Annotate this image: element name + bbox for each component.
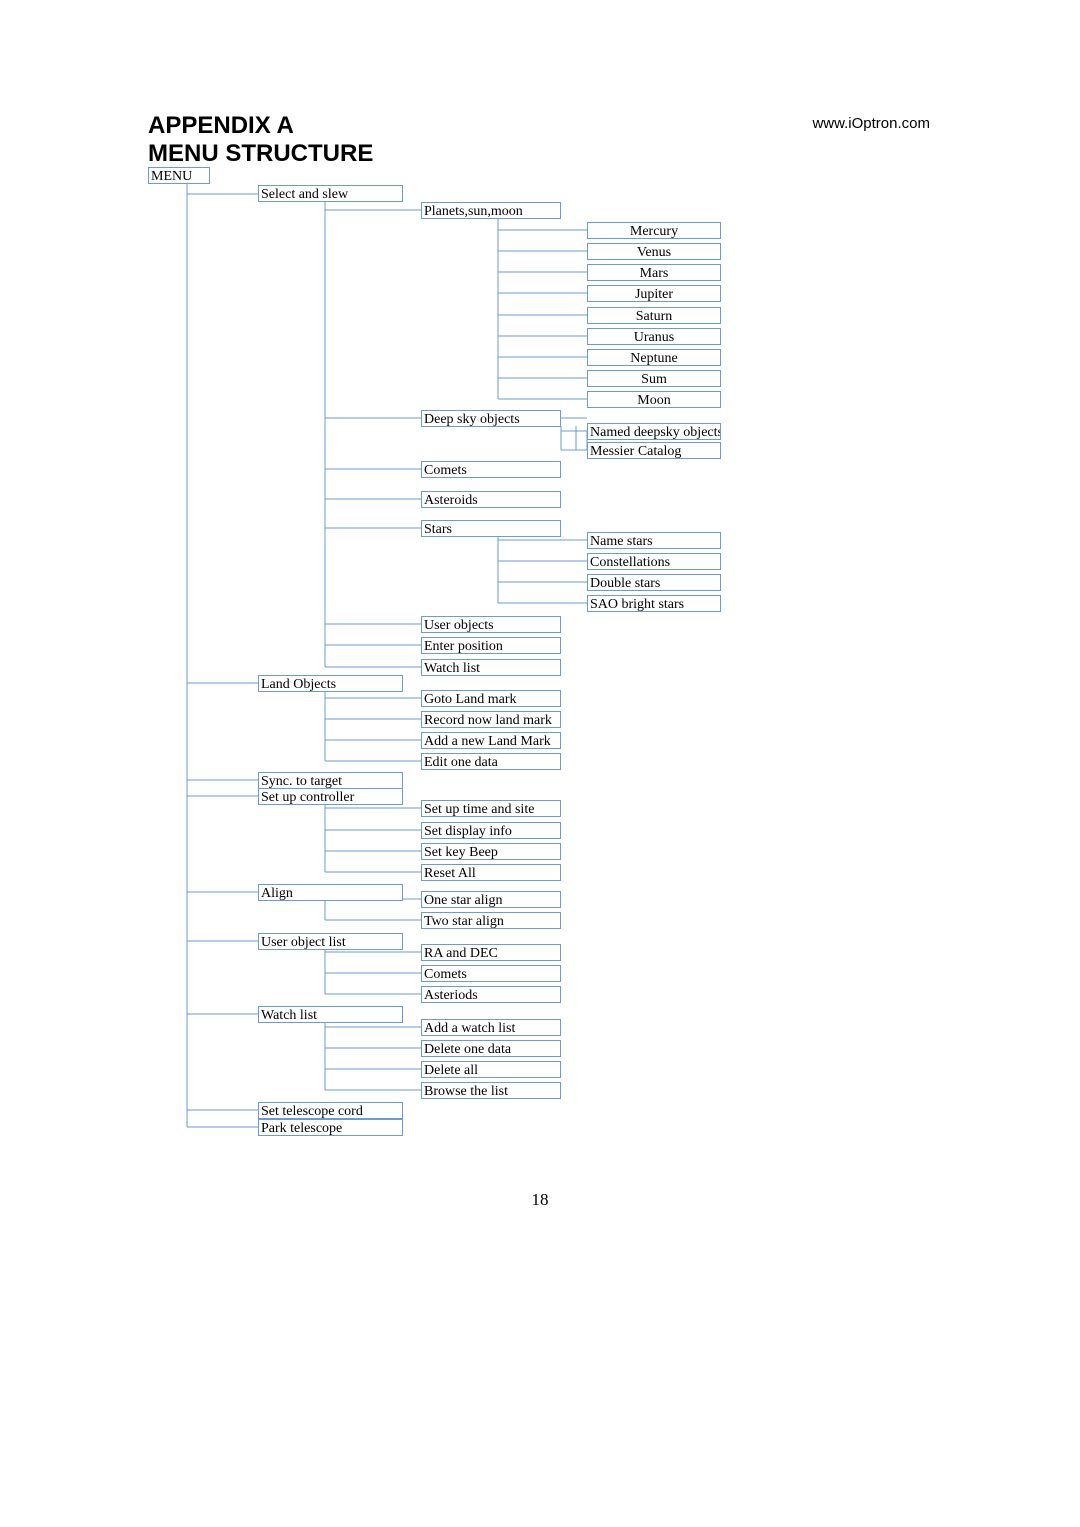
menu-moon: Moon [587,391,721,408]
menu-jupiter: Jupiter [587,285,721,302]
menu-messier-catalog: Messier Catalog [587,442,721,459]
document-page: APPENDIX A MENU STRUCTURE www.iOptron.co… [0,0,1080,1527]
header-url: www.iOptron.com [812,115,930,132]
menu-comets: Comets [421,461,561,478]
menu-delete-all: Delete all [421,1061,561,1078]
menu-venus: Venus [587,243,721,260]
menu-reset-all: Reset All [421,864,561,881]
menu-one-star-align: One star align [421,891,561,908]
menu-browse-the-list: Browse the list [421,1082,561,1099]
menu-watch-list: Watch list [258,1006,403,1023]
menu-set-up-controller: Set up controller [258,788,403,805]
menu-setup-time-site: Set up time and site [421,800,561,817]
menu-sync-to-target: Sync. to target [258,772,403,789]
menu-named-deepsky: Named deepsky objects [587,423,721,440]
menu-add-watch-list: Add a watch list [421,1019,561,1036]
menu-neptune: Neptune [587,349,721,366]
menu-constellations: Constellations [587,553,721,570]
menu-stars: Stars [421,520,561,537]
menu-enter-position: Enter position [421,637,561,654]
menu-comets-user: Comets [421,965,561,982]
menu-root: MENU [148,167,210,184]
menu-asteriods-user: Asteriods [421,986,561,1003]
menu-park-telescope: Park telescope [258,1119,403,1136]
menu-double-stars: Double stars [587,574,721,591]
menu-two-star-align: Two star align [421,912,561,929]
page-number: 18 [0,1190,1080,1210]
menu-set-telescope-cord: Set telescope cord [258,1102,403,1119]
menu-watch-list-sub: Watch list [421,659,561,676]
menu-set-key-beep: Set key Beep [421,843,561,860]
menu-planets-sun-moon: Planets,sun,moon [421,202,561,219]
menu-user-object-list: User object list [258,933,403,950]
menu-select-and-slew: Select and slew [258,185,403,202]
menu-record-land-mark: Record now land mark [421,711,561,728]
menu-goto-land-mark: Goto Land mark [421,690,561,707]
menu-set-display-info: Set display info [421,822,561,839]
menu-add-land-mark: Add a new Land Mark [421,732,561,749]
menu-edit-one-data: Edit one data [421,753,561,770]
menu-delete-one-data: Delete one data [421,1040,561,1057]
menu-ra-and-dec: RA and DEC [421,944,561,961]
heading-line1: APPENDIX A [148,112,294,139]
menu-user-objects: User objects [421,616,561,633]
menu-uranus: Uranus [587,328,721,345]
appendix-heading: APPENDIX A MENU STRUCTURE [148,112,373,167]
menu-mars: Mars [587,264,721,281]
heading-line2: MENU STRUCTURE [148,140,373,167]
menu-name-stars: Name stars [587,532,721,549]
menu-align: Align [258,884,403,901]
menu-mercury: Mercury [587,222,721,239]
menu-saturn: Saturn [587,307,721,324]
menu-sum: Sum [587,370,721,387]
menu-sao-bright-stars: SAO bright stars [587,595,721,612]
menu-deep-sky-objects: Deep sky objects [421,410,561,427]
menu-asteroids: Asteroids [421,491,561,508]
menu-land-objects: Land Objects [258,675,403,692]
